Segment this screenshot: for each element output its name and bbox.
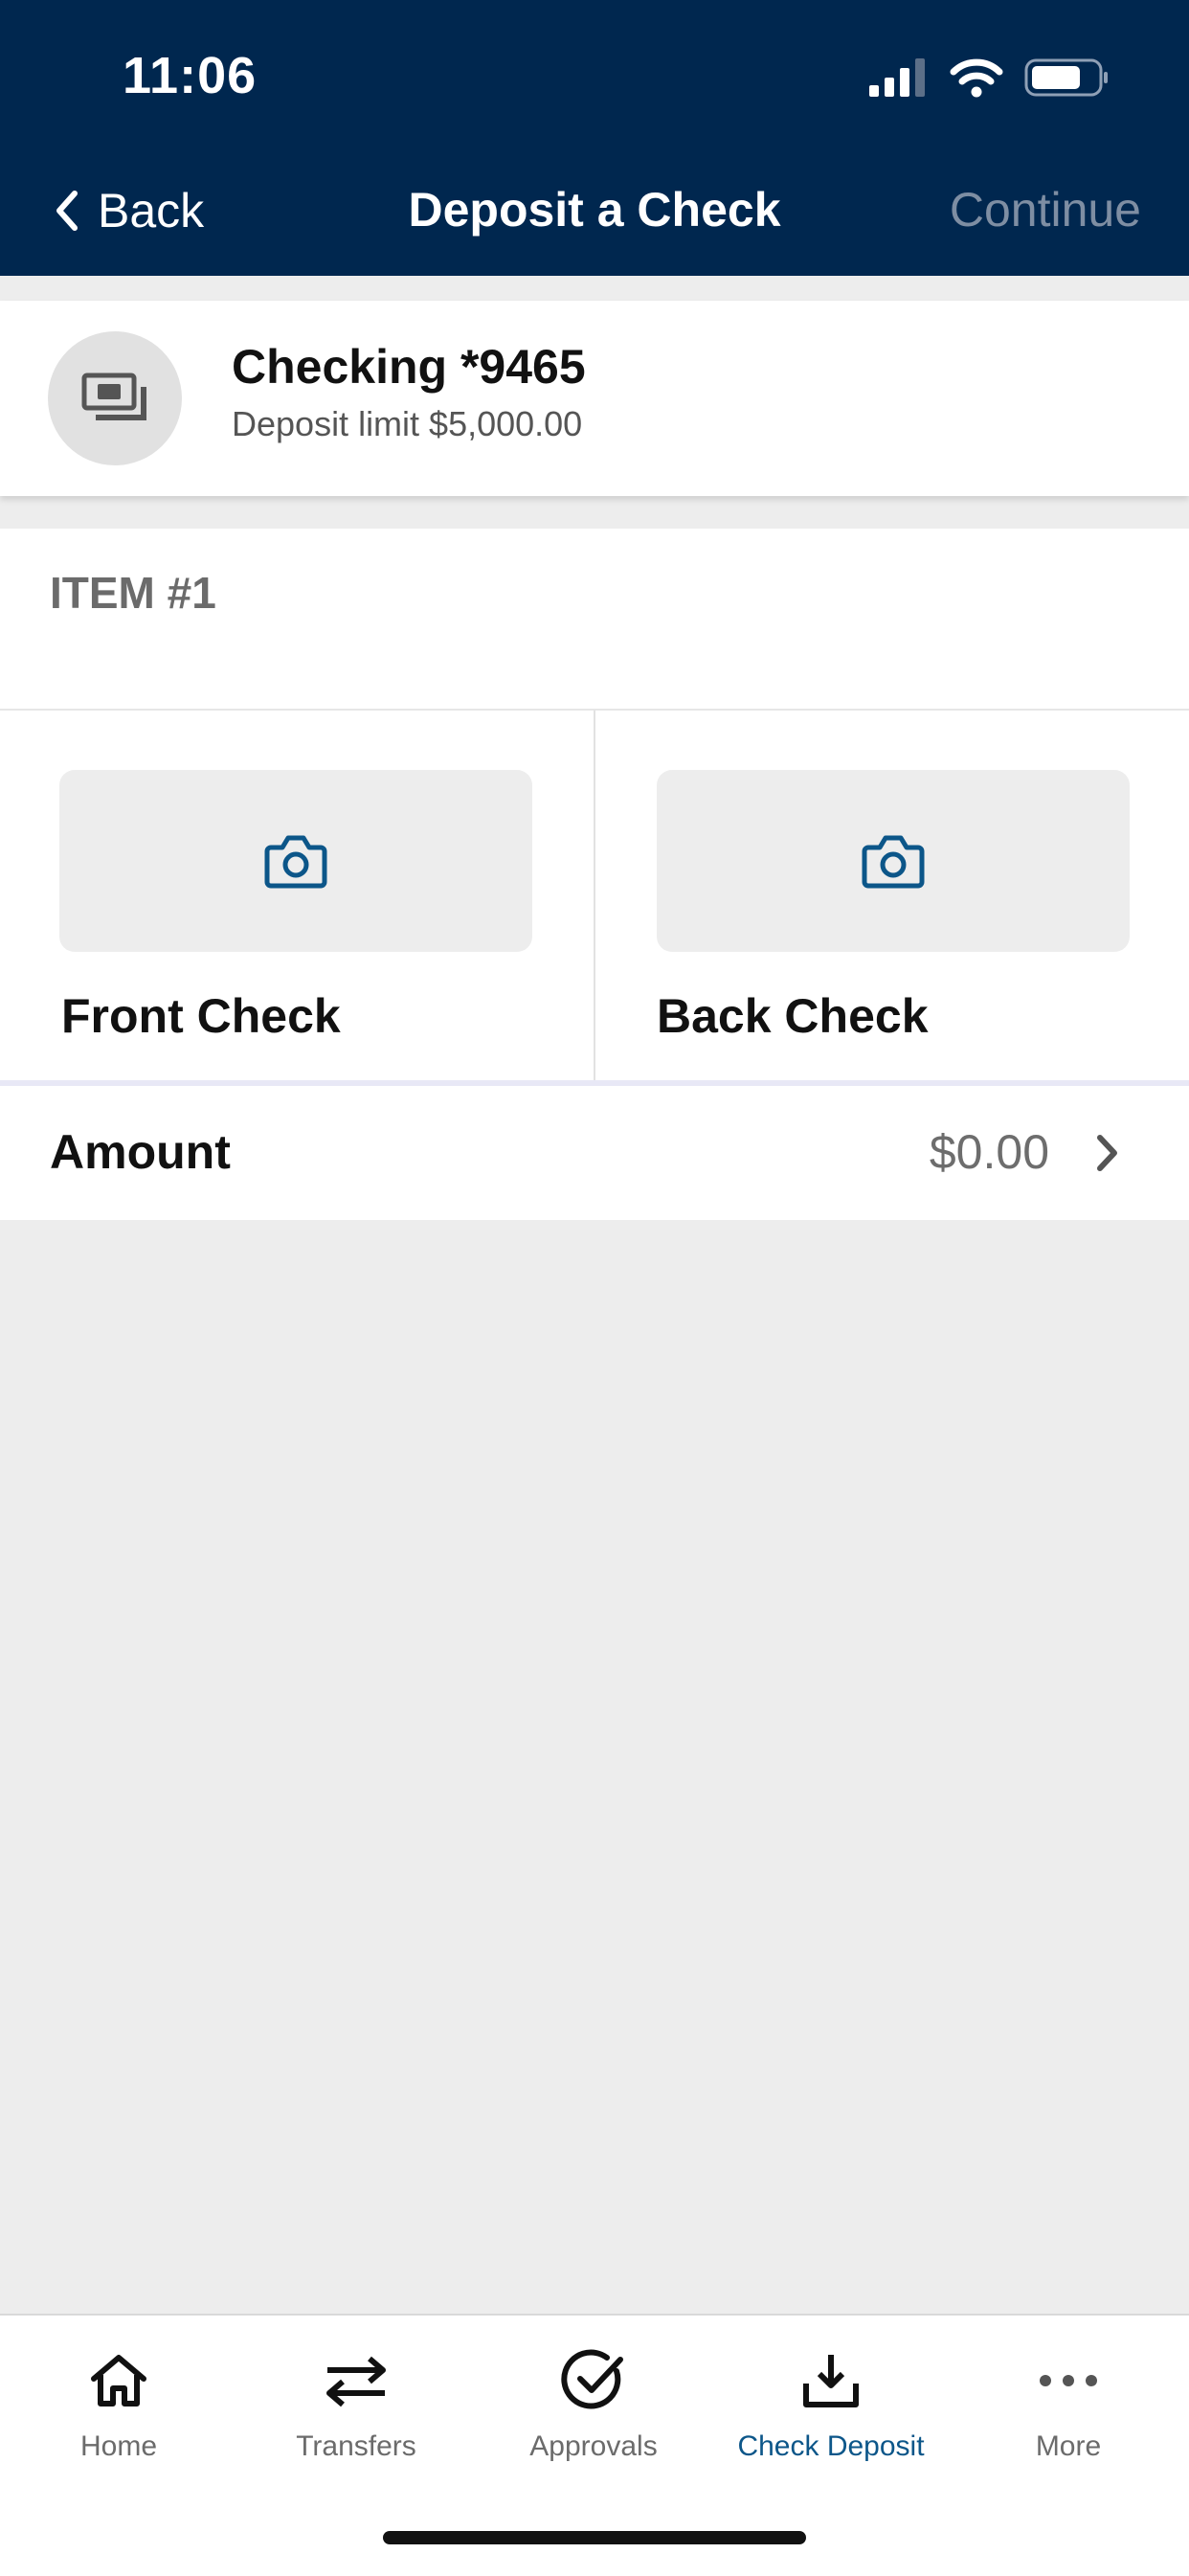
status-time: 11:06: [123, 47, 258, 104]
account-card[interactable]: Checking *9465 Deposit limit $5,000.00: [0, 301, 1189, 496]
tab-label: Transfers: [296, 2430, 416, 2462]
front-check-label: Front Check: [61, 989, 341, 1043]
tab-label: Approvals: [529, 2430, 658, 2462]
back-check-label: Back Check: [657, 989, 929, 1043]
home-indicator[interactable]: [383, 2531, 806, 2544]
tab-approvals[interactable]: Approvals: [475, 2342, 712, 2463]
item-header: ITEM #1: [0, 529, 1189, 711]
tab-more[interactable]: More: [950, 2342, 1187, 2463]
top-bar: 11:06 Back Deposit a Check Continue: [0, 0, 1189, 276]
tab-check-deposit[interactable]: Check Deposit: [712, 2342, 950, 2463]
deposit-limit: Deposit limit $5,000.00: [232, 404, 583, 443]
tab-label: More: [1035, 2430, 1102, 2462]
more-dots-icon: [1040, 2375, 1097, 2386]
amount-label: Amount: [50, 1125, 231, 1179]
chevron-right-icon: [1097, 1135, 1117, 1171]
battery-icon: [1024, 58, 1108, 97]
amount-value: $0.00: [929, 1125, 1049, 1179]
front-check-capture-button[interactable]: [59, 770, 532, 952]
download-tray-icon: [803, 2355, 859, 2407]
camera-icon: [862, 835, 925, 889]
account-name: Checking *9465: [232, 340, 586, 394]
tab-home[interactable]: Home: [0, 2342, 237, 2463]
tab-label: Check Deposit: [737, 2430, 925, 2462]
check-circle-icon: [561, 2349, 623, 2409]
home-icon: [91, 2355, 146, 2407]
back-check-section: Back Check: [595, 711, 1189, 1080]
account-avatar: [48, 331, 182, 465]
camera-icon: [264, 835, 327, 889]
status-icons: [867, 54, 1110, 102]
continue-button[interactable]: Continue: [950, 182, 1141, 237]
back-check-capture-button[interactable]: [657, 770, 1130, 952]
wifi-icon: [950, 58, 1003, 98]
check-capture-row: Front Check Back Check: [0, 711, 1189, 1086]
tab-label: Home: [79, 2430, 158, 2462]
money-stack-icon: [81, 373, 146, 420]
front-check-section: Front Check: [0, 711, 595, 1080]
item-title: ITEM #1: [50, 568, 216, 618]
transfer-arrows-icon: [326, 2356, 386, 2407]
amount-row[interactable]: Amount $0.00: [0, 1086, 1189, 1220]
tab-transfers[interactable]: Transfers: [237, 2342, 475, 2463]
cellular-signal-icon: [869, 58, 925, 97]
